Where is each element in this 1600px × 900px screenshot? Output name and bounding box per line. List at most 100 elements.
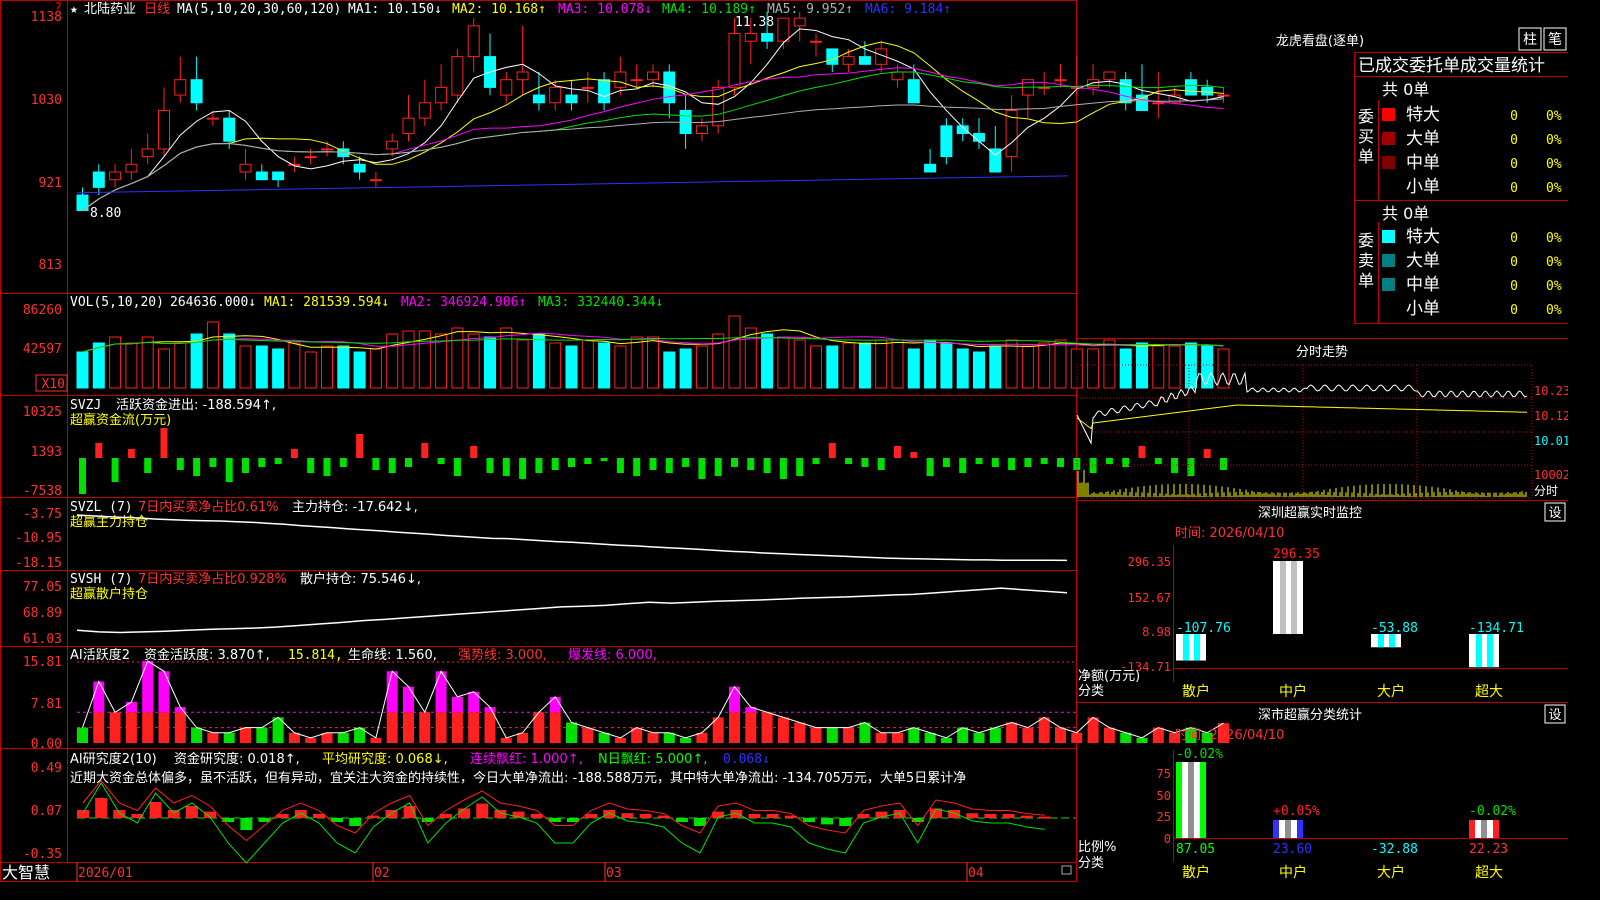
candle-body <box>630 79 643 82</box>
ai1-bar <box>451 712 463 743</box>
candle-body <box>924 163 937 173</box>
candle-body <box>369 179 382 182</box>
svzl-header: SVZL (7) 7日内买卖净占比0.61% 主力持仓: -17.642↓, 超… <box>70 499 418 530</box>
svzj-bar <box>616 458 624 473</box>
svzj-bar <box>502 458 510 476</box>
candle-body <box>516 71 529 81</box>
ai1-bar <box>729 712 740 743</box>
sz-bar-value: 296.35 <box>1273 547 1320 562</box>
ss-bar-stripe <box>1188 762 1194 838</box>
svzj-header: SVZJ 活跃资金进出: -188.594↑, 超赢资金流(万元) <box>70 397 276 428</box>
ai1-bar <box>1136 737 1148 743</box>
svg-text:1393: 1393 <box>31 445 62 460</box>
svzj-bar <box>95 443 103 458</box>
ai2-bar <box>1002 814 1015 818</box>
ss-cat: 中户 <box>1279 864 1307 881</box>
candle-body <box>810 40 822 43</box>
ai1-bar <box>1055 727 1066 743</box>
ai1-bar <box>745 712 757 743</box>
svg-text:柱[interactable]: 柱 <box>1523 32 1537 48</box>
svzj-bar <box>225 458 233 482</box>
vol-bar <box>565 345 578 389</box>
candle-body <box>728 33 741 88</box>
vol-bar <box>141 336 154 389</box>
ai1-bar <box>403 712 414 743</box>
lhb-row-pct: 0% <box>1546 255 1562 270</box>
svzj-bar <box>193 458 201 476</box>
buy-label-char: 委 <box>1358 107 1374 126</box>
lhb-swatch <box>1382 108 1395 121</box>
svzj-bar <box>127 449 135 458</box>
ai1-bar-top <box>729 686 740 713</box>
svsh-line <box>76 587 1068 634</box>
ai2-bar <box>149 802 162 818</box>
svg-text:笔[interactable]: 笔 <box>1548 32 1562 48</box>
candle-body <box>891 71 904 81</box>
ai1-bar <box>158 712 170 743</box>
lhb-row-pct: 0% <box>1546 231 1562 246</box>
svg-text:02: 02 <box>374 866 390 881</box>
sz-bar-stripe <box>1487 634 1493 668</box>
svzj-bar <box>845 458 853 464</box>
svzj-bar <box>633 458 641 476</box>
ss-top-value: -0.02% <box>1176 747 1223 762</box>
ai2-bar <box>766 814 779 818</box>
vol-bar <box>337 345 350 389</box>
svg-text:深市超赢分类统计: 深市超赢分类统计 <box>1258 707 1362 723</box>
svzj-bar <box>1122 458 1130 467</box>
vol-header: VOL(5,10,20) 264636.000↓ MA1: 281539.594… <box>70 295 663 310</box>
svzj-bar <box>1138 446 1146 458</box>
svzj-bar <box>356 434 364 458</box>
ma6-line <box>76 175 1069 194</box>
svzj-bar <box>388 458 396 473</box>
ai1-bar-top <box>549 696 561 713</box>
ai2-bar <box>694 818 707 826</box>
candle-body <box>826 48 839 65</box>
ai1-bar <box>419 712 431 743</box>
svg-text:连续飘红: 1.000↑,: 连续飘红: 1.000↑, <box>470 751 583 767</box>
sz-bar-stripe <box>1291 561 1297 634</box>
ai2-bar <box>821 818 834 825</box>
svg-text:2026/01: 2026/01 <box>78 866 133 881</box>
svg-text:7日内买卖净占比0.61%: 7日内买卖净占比0.61% <box>138 499 279 515</box>
ma5-value: MA5: 9.952↑ <box>767 2 853 17</box>
vol-bar <box>304 351 317 389</box>
ai1-line <box>82 660 1224 739</box>
vol-bar <box>842 342 855 389</box>
ai1-bar <box>484 712 496 743</box>
svg-text:时间: 2026/04/10: 时间: 2026/04/10 <box>1175 526 1284 541</box>
svg-text:152.67: 152.67 <box>1128 591 1171 605</box>
svzj-bar <box>910 452 918 458</box>
ai2-bar <box>113 810 126 818</box>
ai2-bar <box>1038 816 1051 819</box>
sz-cat: 大户 <box>1377 683 1405 700</box>
candle-body <box>1184 79 1197 96</box>
low-mark: 8.80 <box>90 206 121 221</box>
svg-text:0.00: 0.00 <box>31 737 62 752</box>
svg-text:超赢资金流(万元): 超赢资金流(万元) <box>70 412 171 428</box>
svg-text:分类: 分类 <box>1078 856 1104 871</box>
ai1-bar <box>989 727 1001 743</box>
sz-bar <box>1176 634 1206 661</box>
vol-bar <box>206 321 219 389</box>
svg-text:设[interactable]: 设 <box>1548 708 1561 723</box>
vol-bar <box>158 348 170 389</box>
svzj-bar <box>1057 458 1064 467</box>
svg-text:强势线: 3.000,: 强势线: 3.000, <box>458 647 547 663</box>
vol-bar <box>875 339 888 389</box>
ss-bottom-value: -32.88 <box>1371 842 1418 857</box>
svzj-bar <box>242 458 249 473</box>
svg-text:资金研究度: 0.018↑,: 资金研究度: 0.018↑, <box>174 751 300 767</box>
ai1-bar-top <box>451 696 463 713</box>
svzl-line <box>76 514 1068 562</box>
candle-body <box>842 56 855 65</box>
ss-bar-stripe <box>1481 820 1487 838</box>
svzj-bar <box>1203 449 1211 458</box>
ai1-bar <box>93 712 105 743</box>
candle-body <box>565 94 578 104</box>
svzj-bar <box>453 458 461 476</box>
ss-cat: 超大 <box>1475 865 1503 881</box>
vol-bar <box>728 315 741 389</box>
candle-body <box>581 86 594 89</box>
svg-text:设[interactable]: 设 <box>1548 506 1561 521</box>
